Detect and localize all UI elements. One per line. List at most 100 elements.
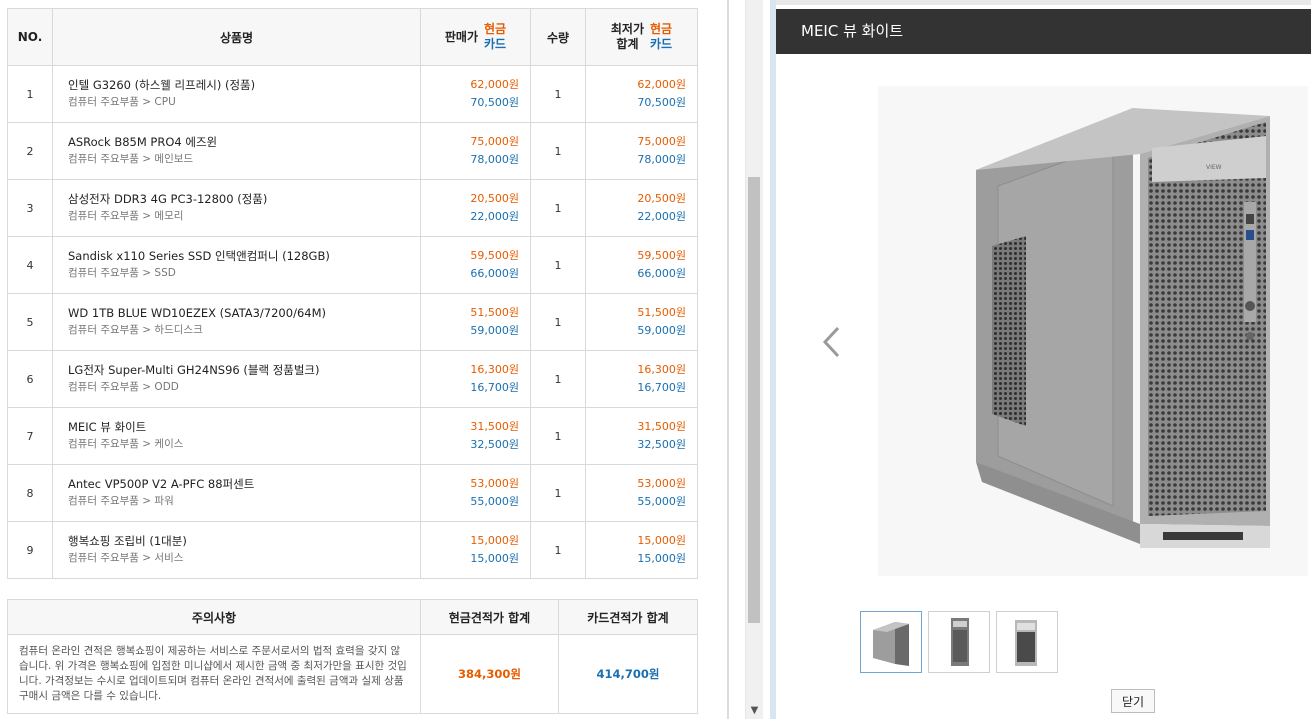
header-price-label: 판매가 <box>444 29 479 44</box>
product-name[interactable]: Sandisk x110 Series SSD 인택앤컴퍼니 (128GB) <box>68 248 420 265</box>
row-qty: 1 <box>530 407 586 465</box>
row-qty: 1 <box>530 236 586 294</box>
chevron-left-icon[interactable] <box>820 320 842 364</box>
total-card: 32,500원 <box>637 438 686 451</box>
header-no: NO. <box>7 8 53 66</box>
card-total-header: 카드견적가 합계 <box>558 599 698 635</box>
product-name[interactable]: 인텔 G3260 (하스웰 리프레시) (정품) <box>68 77 420 94</box>
product-name[interactable]: LG전자 Super-Multi GH24NS96 (블랙 정품벌크) <box>68 362 420 379</box>
price-cash: 15,000원 <box>470 534 519 547</box>
product-name[interactable]: 행복쇼핑 조립비 (1대분) <box>68 533 420 550</box>
row-no: 8 <box>7 464 53 522</box>
header-total-cash: 현금 <box>650 22 673 36</box>
popup-title: MEIC 뷰 화이트 <box>801 22 904 40</box>
product-category: 컴퓨터 주요부품 > 케이스 <box>68 438 184 450</box>
row-product: LG전자 Super-Multi GH24NS96 (블랙 정품벌크) 컴퓨터 주… <box>52 350 421 408</box>
row-total: 20,500원 22,000원 <box>585 179 698 237</box>
product-main-image: VIEW <box>878 86 1308 576</box>
product-category: 컴퓨터 주요부품 > 메모리 <box>68 210 184 222</box>
price-cash: 51,500원 <box>470 306 519 319</box>
thumbnail-2[interactable] <box>928 611 990 673</box>
chevron-down-icon[interactable]: ▼ <box>746 702 763 719</box>
price-card: 15,000원 <box>470 552 519 565</box>
total-cash: 75,000원 <box>637 135 686 148</box>
row-total: 31,500원 32,500원 <box>585 407 698 465</box>
quote-table-header: NO. 상품명 판매가 현금 카드 수량 최저가 합계 현금 카드 <box>7 8 698 66</box>
notice-text: 컴퓨터 온라인 견적은 행복쇼핑이 제공하는 서비스로 주문서로서의 법적 효력… <box>19 645 407 702</box>
product-category: 컴퓨터 주요부품 > 메인보드 <box>68 153 194 165</box>
price-cash: 53,000원 <box>470 477 519 490</box>
total-cash: 31,500원 <box>637 420 686 433</box>
price-cash: 31,500원 <box>470 420 519 433</box>
product-category: 컴퓨터 주요부품 > SSD <box>68 267 176 279</box>
pane-divider <box>727 0 729 719</box>
row-product: WD 1TB BLUE WD10EZEX (SATA3/7200/64M) 컴퓨터… <box>52 293 421 351</box>
price-card: 55,000원 <box>470 495 519 508</box>
product-category: 컴퓨터 주요부품 > 서비스 <box>68 552 184 564</box>
row-no: 2 <box>7 122 53 180</box>
row-no: 1 <box>7 65 53 123</box>
popup-header: MEIC 뷰 화이트 <box>776 9 1311 54</box>
popup-top-strip <box>776 0 1311 5</box>
product-category: 컴퓨터 주요부품 > 하드디스크 <box>68 324 203 336</box>
table-row: 1 인텔 G3260 (하스웰 리프레시) (정품) 컴퓨터 주요부품 > CPU 6… <box>7 65 698 123</box>
price-card: 22,000원 <box>470 210 519 223</box>
row-product: Sandisk x110 Series SSD 인택앤컴퍼니 (128GB) 컴퓨… <box>52 236 421 294</box>
cash-total-header: 현금견적가 합계 <box>420 599 559 635</box>
row-no: 9 <box>7 521 53 579</box>
quote-table: NO. 상품명 판매가 현금 카드 수량 최저가 합계 현금 카드 1 인텔 G… <box>7 8 698 579</box>
scrollbar[interactable]: ▼ <box>745 0 763 719</box>
header-name: 상품명 <box>52 8 421 66</box>
price-card: 70,500원 <box>470 96 519 109</box>
total-cash: 59,500원 <box>637 249 686 262</box>
quote-pane: NO. 상품명 판매가 현금 카드 수량 최저가 합계 현금 카드 1 인텔 G… <box>0 0 728 719</box>
product-name[interactable]: ASRock B85M PRO4 에즈윈 <box>68 134 420 151</box>
product-name[interactable]: Antec VP500P V2 A-PFC 88퍼센트 <box>68 476 420 493</box>
total-cash: 15,000원 <box>637 534 686 547</box>
notice-header: 주의사항 <box>7 599 421 635</box>
price-cash: 59,500원 <box>470 249 519 262</box>
total-card: 78,000원 <box>637 153 686 166</box>
row-total: 51,500원 59,000원 <box>585 293 698 351</box>
header-total: 최저가 합계 현금 카드 <box>585 8 698 66</box>
thumbnail-3[interactable] <box>996 611 1058 673</box>
row-total: 15,000원 15,000원 <box>585 521 698 579</box>
product-name[interactable]: WD 1TB BLUE WD10EZEX (SATA3/7200/64M) <box>68 305 420 322</box>
table-row: 4 Sandisk x110 Series SSD 인택앤컴퍼니 (128GB) 컴… <box>7 236 698 294</box>
product-category: 컴퓨터 주요부품 > CPU <box>68 96 176 108</box>
row-no: 7 <box>7 407 53 465</box>
total-card: 55,000원 <box>637 495 686 508</box>
row-price: 15,000원 15,000원 <box>420 521 531 579</box>
total-cash: 53,000원 <box>637 477 686 490</box>
card-total-value: 414,700원 <box>558 634 698 714</box>
scrollbar-thumb[interactable] <box>748 177 760 623</box>
total-cash: 16,300원 <box>637 363 686 376</box>
row-price: 20,500원 22,000원 <box>420 179 531 237</box>
table-row: 5 WD 1TB BLUE WD10EZEX (SATA3/7200/64M) 컴퓨… <box>7 293 698 351</box>
product-image-popup: MEIC 뷰 화이트 VIEW 닫기 <box>770 0 1311 719</box>
total-card: 15,000원 <box>637 552 686 565</box>
header-total-line1: 최저가 <box>610 22 645 36</box>
price-card: 66,000원 <box>470 267 519 280</box>
total-cash: 51,500원 <box>637 306 686 319</box>
product-name[interactable]: MEIC 뷰 화이트 <box>68 419 420 436</box>
row-no: 5 <box>7 293 53 351</box>
row-price: 75,000원 78,000원 <box>420 122 531 180</box>
price-cash: 20,500원 <box>470 192 519 205</box>
row-total: 53,000원 55,000원 <box>585 464 698 522</box>
row-price: 59,500원 66,000원 <box>420 236 531 294</box>
price-cash: 16,300원 <box>470 363 519 376</box>
product-name[interactable]: 삼성전자 DDR3 4G PC3-12800 (정품) <box>68 191 420 208</box>
total-cash: 62,000원 <box>637 78 686 91</box>
row-price: 62,000원 70,500원 <box>420 65 531 123</box>
total-card: 59,000원 <box>637 324 686 337</box>
thumbnail-1[interactable] <box>860 611 922 673</box>
total-card: 70,500원 <box>637 96 686 109</box>
price-card: 32,500원 <box>470 438 519 451</box>
header-qty: 수량 <box>530 8 586 66</box>
close-button[interactable]: 닫기 <box>1111 689 1155 713</box>
row-total: 62,000원 70,500원 <box>585 65 698 123</box>
row-price: 16,300원 16,700원 <box>420 350 531 408</box>
header-price: 판매가 현금 카드 <box>420 8 531 66</box>
total-card: 22,000원 <box>637 210 686 223</box>
